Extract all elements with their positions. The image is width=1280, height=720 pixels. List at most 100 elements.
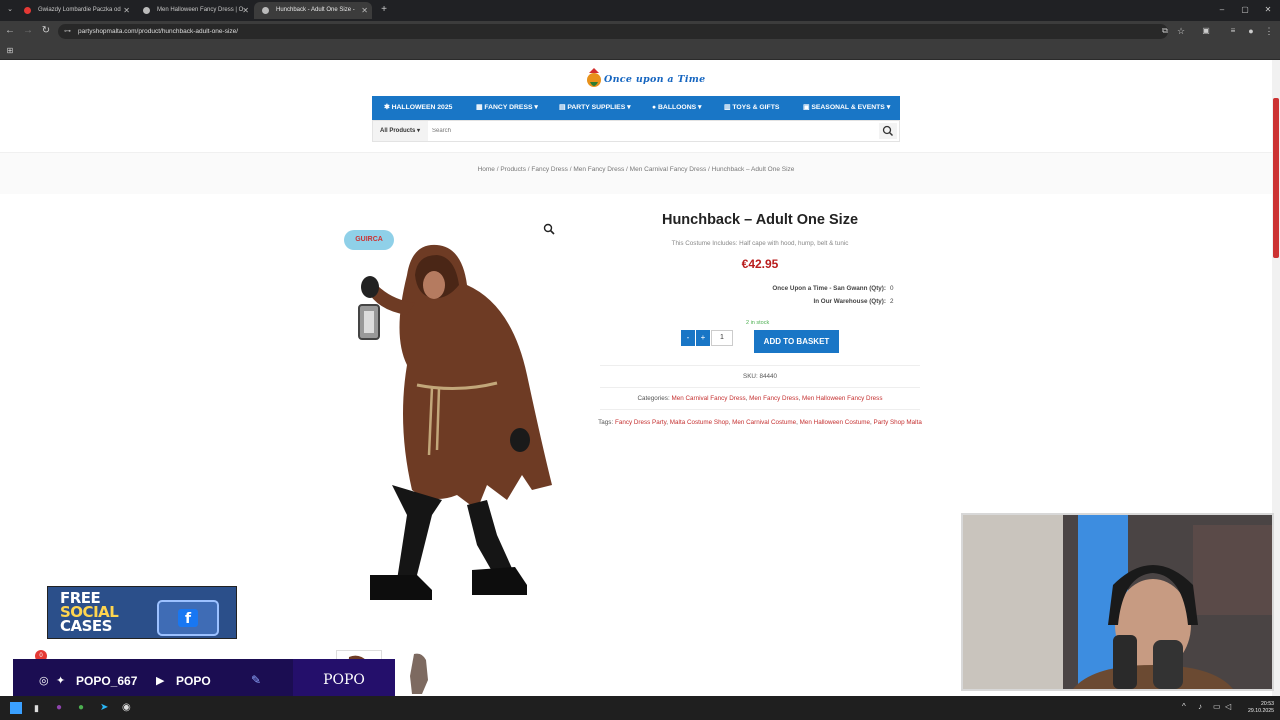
category-link[interactable]: Men Carnival Fancy Dress (671, 395, 745, 402)
network-icon[interactable]: ▭ (1213, 702, 1221, 711)
tag-link[interactable]: Men Halloween Costume (800, 419, 870, 426)
system-clock[interactable]: 20:53 29.10.2025 (1234, 701, 1274, 715)
spider-icon: ✱ (384, 104, 392, 111)
profile-menu-icon[interactable]: ≡ (1226, 24, 1240, 38)
breadcrumb-current: Hunchback – Adult One Size (711, 166, 795, 173)
menu-fancy-dress[interactable]: ▦ FANCY DRESS ▾ (476, 96, 538, 120)
url-text: partyshopmalta.com/product/hunchback-adu… (78, 28, 239, 35)
menu-label: PARTY SUPPLIES (567, 104, 626, 111)
svg-text:f: f (185, 611, 192, 627)
tab-list-icon[interactable]: ⌄ (3, 3, 17, 17)
qty-minus-button[interactable]: - (681, 330, 695, 346)
site-logo[interactable]: Once upon a Time (586, 68, 705, 94)
chevron-down-icon: ▾ (532, 104, 538, 111)
product-title: Hunchback – Adult One Size (661, 212, 859, 228)
divider (600, 365, 920, 366)
tray-overflow-icon[interactable]: ^ (1182, 702, 1186, 711)
product-description: This Costume Includes: Half cape with ho… (671, 240, 849, 247)
product-image[interactable] (337, 215, 567, 625)
browser-tab-3[interactable]: Hunchback - Adult One Size - ✕ (254, 2, 372, 19)
maximize-icon[interactable]: ▢ (1238, 3, 1252, 17)
main-navigation: ✱ HALLOWEEN 2025 ▦ FANCY DRESS ▾ ▤ PARTY… (372, 96, 900, 120)
menu-toys-gifts[interactable]: ▥ TOYS & GIFTS (724, 96, 779, 120)
browser-tab-bar: ⌄ Gwiazdy Lombardie Paczka od ✕ Men Hall… (0, 0, 1280, 21)
breadcrumb-item[interactable]: Men Carnival Fancy Dress (630, 166, 707, 173)
bookmark-star-icon[interactable]: ☆ (1174, 24, 1188, 38)
menu-seasonal-events[interactable]: ▣ SEASONAL & EVENTS ▾ (803, 96, 890, 120)
menu-label: FANCY DRESS (484, 104, 533, 111)
zoom-image-button[interactable] (542, 222, 556, 236)
webcam-feed (963, 515, 1272, 689)
product-thumbnail[interactable] (398, 650, 444, 696)
menu-balloons[interactable]: ● BALLOONS ▾ (652, 96, 701, 120)
stock-row-store: Once Upon a Time - San Gwann (Qty): 0 (700, 285, 900, 292)
scrollbar-thumb[interactable] (1273, 98, 1279, 258)
product-categories: Categories: Men Carnival Fancy Dress, Me… (637, 395, 883, 402)
search-icon (882, 125, 893, 136)
tag-link[interactable]: Malta Costume Shop (670, 419, 729, 426)
extensions-icon[interactable]: ▣ (1199, 24, 1213, 38)
add-to-basket-button[interactable]: ADD TO BASKET (754, 330, 839, 353)
breadcrumb-home[interactable]: Home (478, 166, 495, 173)
search-button[interactable] (879, 123, 897, 139)
in-stock-text: 2 in stock (746, 320, 770, 326)
browser-tab-1[interactable]: Gwiazdy Lombardie Paczka od ✕ (16, 2, 134, 19)
forward-icon[interactable]: → (21, 24, 35, 38)
divider (600, 409, 920, 410)
pinned-app-icon[interactable]: ● (56, 702, 62, 713)
menu-label: TOYS & GIFTS (732, 104, 780, 111)
site-info-icon[interactable]: ⊶ (64, 24, 71, 39)
social-handle: POPO_667 (76, 674, 138, 688)
close-tab-icon[interactable]: ✕ (242, 2, 249, 19)
back-icon[interactable]: ← (3, 24, 17, 38)
url-field[interactable]: ⊶ partyshopmalta.com/product/hunchback-a… (58, 24, 1168, 39)
quantity-input[interactable]: 1 (711, 330, 733, 346)
search-input[interactable] (432, 123, 872, 139)
clock-time: 20:53 (1261, 701, 1274, 707)
hunchback-costume-image (358, 244, 552, 600)
webcam-overlay (961, 513, 1274, 691)
tag-link[interactable]: Party Shop Malta (874, 419, 922, 426)
translate-icon[interactable]: ⧉ (1158, 24, 1172, 38)
instagram-icon: ◎ (39, 675, 49, 687)
apps-icon[interactable]: ⊞ (3, 44, 17, 58)
browser-tab-2[interactable]: Men Halloween Fancy Dress | O ✕ (135, 2, 253, 19)
minimize-icon[interactable]: – (1215, 3, 1229, 17)
tab-title: Hunchback - Adult One Size - (276, 7, 355, 13)
category-select[interactable]: All Products ▾ (373, 121, 428, 141)
pinned-app-icon[interactable]: ▮ (34, 703, 39, 714)
product-sku: SKU: 84440 (600, 373, 920, 380)
start-icon[interactable] (10, 702, 22, 714)
volume-icon[interactable]: ◁ (1225, 702, 1231, 711)
category-link[interactable]: Men Fancy Dress (749, 395, 798, 402)
chevron-down-icon: ▾ (884, 104, 891, 111)
logo-text: Once upon a Time (604, 74, 706, 85)
breadcrumb-item[interactable]: Fancy Dress (531, 166, 567, 173)
category-link[interactable]: Men Halloween Fancy Dress (802, 395, 883, 402)
mic-icon[interactable]: ♪ (1198, 702, 1202, 711)
tag-link[interactable]: Fancy Dress Party (615, 419, 666, 426)
product-tags: Tags: Fancy Dress Party, Malta Costume S… (598, 419, 922, 426)
close-window-icon[interactable]: ✕ (1261, 3, 1275, 17)
tag-link[interactable]: Men Carnival Costume (732, 419, 796, 426)
breadcrumb-item[interactable]: Products (500, 166, 526, 173)
chrome-icon[interactable]: ● (78, 702, 84, 713)
more-menu-icon[interactable]: ⋮ (1262, 24, 1276, 38)
qty-plus-button[interactable]: + (696, 330, 710, 346)
search-bar: All Products ▾ (372, 120, 900, 142)
tab-title: Men Halloween Fancy Dress | O (157, 7, 244, 13)
close-tab-icon[interactable]: ✕ (361, 2, 368, 19)
new-tab-icon[interactable]: + (377, 3, 391, 17)
address-bar-row: ← → ↻ ⊶ partyshopmalta.com/product/hunch… (0, 21, 1280, 42)
bookmarks-bar: ⊞ (0, 42, 1280, 60)
menu-halloween-2025[interactable]: ✱ HALLOWEEN 2025 (384, 96, 452, 120)
breadcrumb-item[interactable]: Men Fancy Dress (573, 166, 624, 173)
thumbnail-image (410, 653, 428, 694)
close-tab-icon[interactable]: ✕ (123, 2, 130, 19)
reload-icon[interactable]: ↻ (39, 24, 53, 38)
youtube-icon: ▶ (156, 675, 165, 687)
pinned-app-icon[interactable]: ◉ (122, 702, 131, 713)
avatar[interactable]: ● (1244, 24, 1258, 38)
telegram-icon[interactable]: ➤ (100, 702, 108, 713)
menu-party-supplies[interactable]: ▤ PARTY SUPPLIES ▾ (559, 96, 631, 120)
